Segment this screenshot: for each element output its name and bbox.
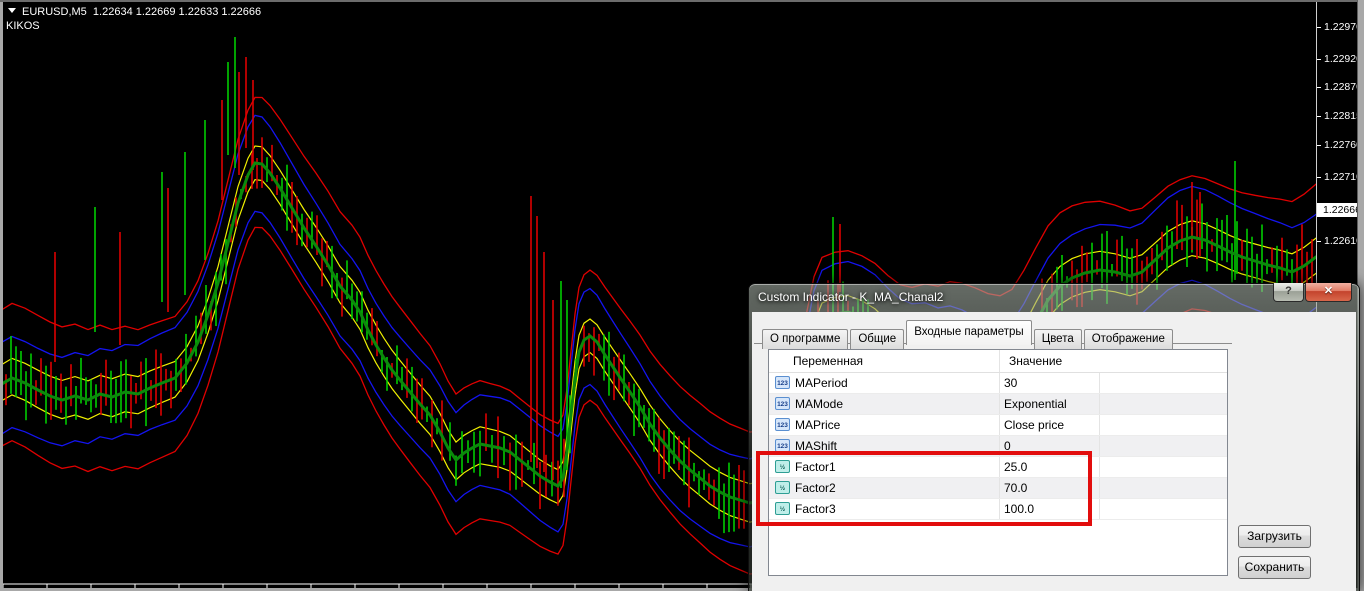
integer-param-icon: 123: [775, 376, 790, 389]
table-header-row: Переменная Значение: [769, 350, 1227, 373]
column-separator: [999, 415, 1000, 435]
param-row-MAMode[interactable]: 123 MAMode Exponential: [769, 394, 1227, 415]
chart-symbol-header: EURUSD,M5 1.22634 1.22669 1.22633 1.2266…: [8, 6, 261, 18]
column-separator: [1099, 457, 1100, 477]
param-value[interactable]: Exponential: [1004, 397, 1067, 411]
param-name: MAPrice: [795, 418, 840, 432]
load-button[interactable]: Загрузить: [1238, 525, 1311, 548]
close-icon: ✕: [1324, 285, 1333, 297]
help-icon: ?: [1285, 285, 1292, 297]
axis-tick: [1317, 145, 1321, 146]
axis-tick: [1317, 27, 1321, 28]
param-name: MAMode: [795, 397, 843, 411]
mt4-chart-window: EURUSD,M5 1.22634 1.22669 1.22633 1.2266…: [0, 0, 1364, 591]
axis-tick: [1317, 177, 1321, 178]
column-separator: [1099, 436, 1100, 456]
column-separator: [1099, 394, 1100, 414]
current-price-badge: 1.22666: [1317, 203, 1358, 217]
dialog-tab-4[interactable]: Отображение: [1084, 329, 1173, 349]
close-button[interactable]: ✕: [1305, 283, 1352, 302]
indicator-name-label: KIKOS: [6, 20, 40, 32]
column-header-value: Значение: [1009, 354, 1062, 368]
axis-tick: [1317, 116, 1321, 117]
dialog-tab-1[interactable]: Общие: [850, 329, 904, 349]
tab-strip: О программеОбщиеВходные параметрыЦветаОт…: [762, 320, 1175, 344]
red-highlight-annotation: [756, 451, 1092, 526]
custom-indicator-dialog: Custom Indicator - K_MA_Chanal2 ? ✕ О пр…: [748, 283, 1360, 591]
integer-param-icon: 123: [775, 418, 790, 431]
column-separator: [999, 394, 1000, 414]
axis-tick: [1317, 87, 1321, 88]
param-row-MAPeriod[interactable]: 123 MAPeriod 30: [769, 373, 1227, 394]
help-button[interactable]: ?: [1273, 283, 1304, 302]
param-name: MAPeriod: [795, 376, 848, 390]
chart-ohlc-quotes: 1.22634 1.22669 1.22633 1.22666: [93, 6, 261, 18]
dialog-tab-0[interactable]: О программе: [762, 329, 848, 349]
window-frame-left: [0, 0, 3, 591]
column-separator: [999, 373, 1000, 393]
chart-symbol: EURUSD,M5: [22, 6, 87, 18]
param-row-MAPrice[interactable]: 123 MAPrice Close price: [769, 415, 1227, 436]
axis-tick: [1317, 59, 1321, 60]
param-value[interactable]: Close price: [1004, 418, 1064, 432]
column-separator: [1099, 499, 1100, 519]
dialog-tab-3[interactable]: Цвета: [1034, 329, 1082, 349]
column-header-variable: Переменная: [793, 354, 863, 368]
window-frame-top: [0, 0, 1364, 2]
dialog-title: Custom Indicator - K_MA_Chanal2: [758, 290, 943, 304]
column-separator: [1099, 415, 1100, 435]
save-button[interactable]: Сохранить: [1238, 556, 1311, 579]
column-separator: [1099, 373, 1100, 393]
integer-param-icon: 123: [775, 397, 790, 410]
param-value[interactable]: 30: [1004, 376, 1017, 390]
dialog-tab-2[interactable]: Входные параметры: [906, 320, 1032, 345]
chevron-down-icon[interactable]: [8, 8, 16, 13]
column-separator: [1099, 478, 1100, 498]
axis-tick: [1317, 241, 1321, 242]
column-separator: [999, 350, 1000, 372]
